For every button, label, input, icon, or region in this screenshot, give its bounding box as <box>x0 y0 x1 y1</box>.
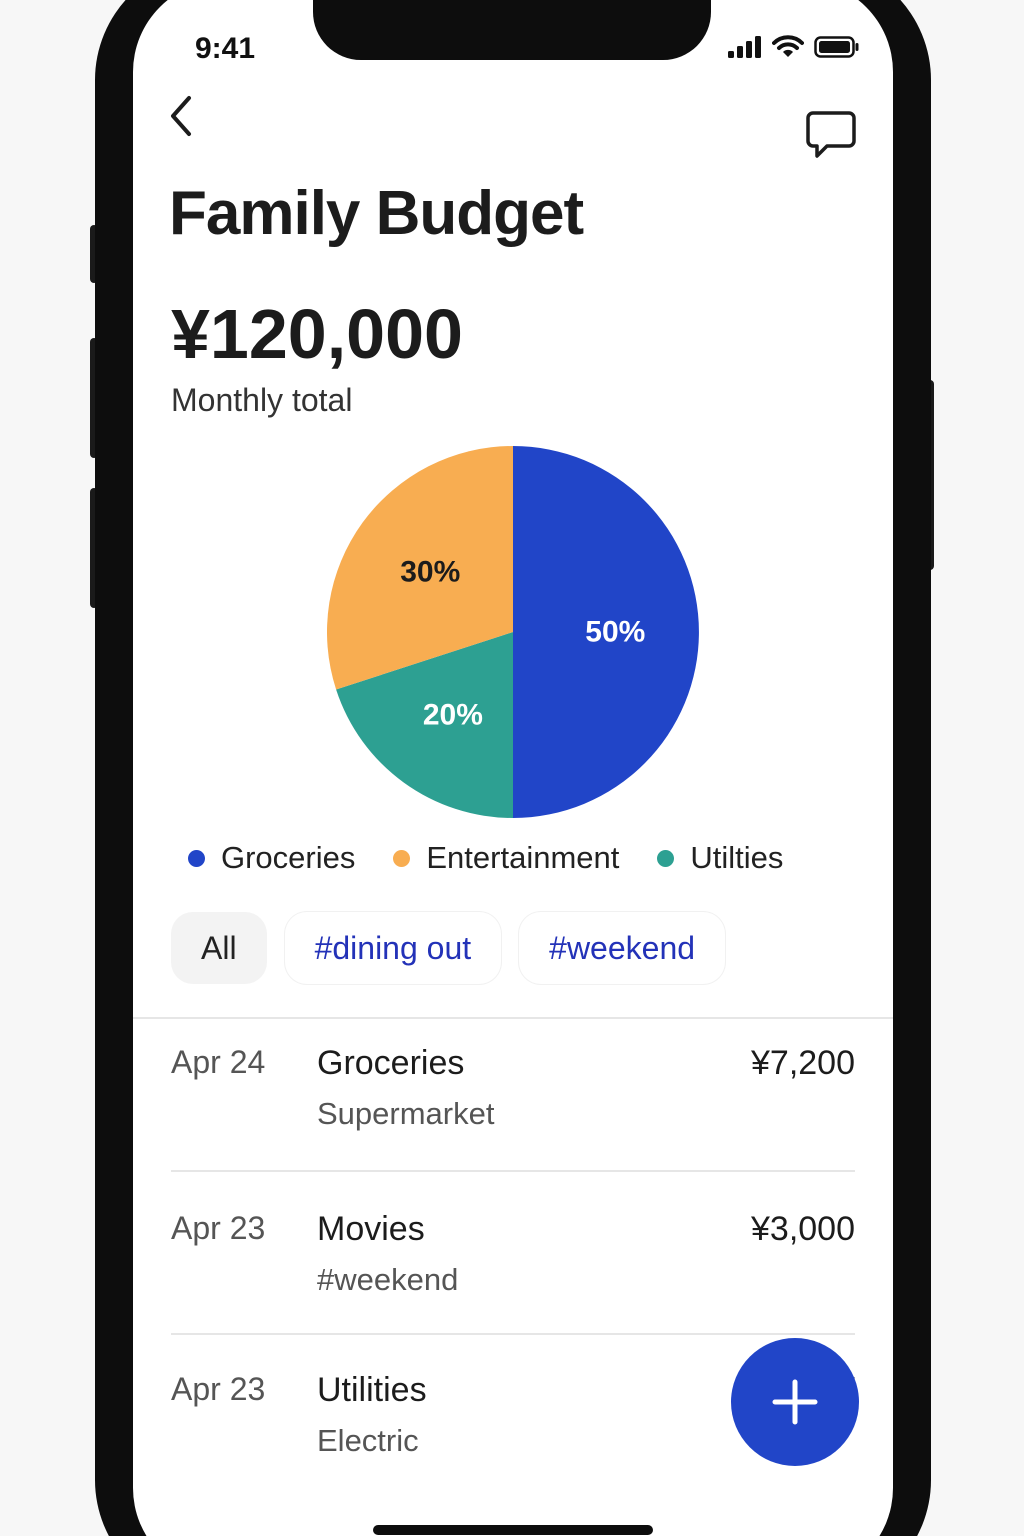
legend-dot <box>657 849 675 867</box>
transaction-subtitle: Electric <box>317 1423 419 1458</box>
legend-item-utilties: Utilties <box>657 840 783 876</box>
legend-label: Entertainment <box>426 840 620 875</box>
transaction-name: Groceries <box>317 1044 465 1082</box>
phone-screen: 9:41 Family Budget ¥120,000 Monthly tota… <box>133 0 893 1536</box>
legend-label: Utilties <box>690 840 784 875</box>
chart-legend: Groceries Entertainment Utilties <box>188 840 783 876</box>
page-title: Family Budget <box>169 179 584 248</box>
chevron-left-icon[interactable] <box>163 92 203 140</box>
status-icons <box>728 35 860 59</box>
battery-icon <box>814 36 859 58</box>
status-time: 9:41 <box>195 32 256 65</box>
transaction-amount: ¥3,000 <box>751 1210 855 1248</box>
filter-chip-weekend[interactable]: #weekend <box>519 912 726 984</box>
transaction-amount: ¥7,200 <box>751 1044 855 1082</box>
transaction-date: Apr 23 <box>171 1210 266 1246</box>
legend-dot <box>393 849 411 867</box>
home-indicator <box>373 1525 653 1535</box>
legend-label: Groceries <box>221 840 356 875</box>
transaction-date: Apr 24 <box>171 1044 266 1080</box>
transaction-name: Movies <box>317 1210 425 1248</box>
monthly-total-label: Monthly total <box>171 382 353 418</box>
transaction-subtitle: #weekend <box>317 1262 459 1297</box>
monthly-total-amount: ¥120,000 <box>171 295 463 373</box>
chat-bubble-icon[interactable] <box>805 110 857 162</box>
section-divider <box>133 1017 893 1019</box>
wifi-icon <box>772 35 804 57</box>
transaction-date: Apr 23 <box>171 1371 266 1407</box>
transaction-row[interactable]: Apr 23 Movies #weekend ¥3,000 <box>171 1210 855 1370</box>
pie-label-groceries: 50% <box>585 616 645 649</box>
legend-item-entertainment: Entertainment <box>393 840 619 876</box>
signal-icon <box>728 36 761 58</box>
row-divider <box>171 1333 855 1335</box>
transaction-name: Utilities <box>317 1371 427 1409</box>
legend-dot <box>188 849 205 867</box>
add-expense-button[interactable] <box>731 1338 859 1466</box>
row-divider <box>171 1170 855 1172</box>
pie-label-entertainment: 30% <box>400 555 460 588</box>
legend-item-groceries: Groceries <box>188 840 355 876</box>
transaction-row[interactable]: Apr 24 Groceries Supermarket ¥7,200 <box>171 1044 855 1204</box>
tag-filters: All #dining out #weekend <box>171 912 726 984</box>
filter-chip-dining-out[interactable]: #dining out <box>284 912 502 984</box>
transaction-subtitle: Supermarket <box>317 1096 495 1131</box>
pie-label-utilties: 20% <box>423 698 483 731</box>
budget-pie-chart: 50% 20% 30% <box>327 446 699 818</box>
notch <box>313 0 711 60</box>
filter-chip-all[interactable]: All <box>171 912 267 984</box>
stage: 9:41 Family Budget ¥120,000 Monthly tota… <box>0 0 1024 1536</box>
plus-icon <box>772 1379 818 1425</box>
